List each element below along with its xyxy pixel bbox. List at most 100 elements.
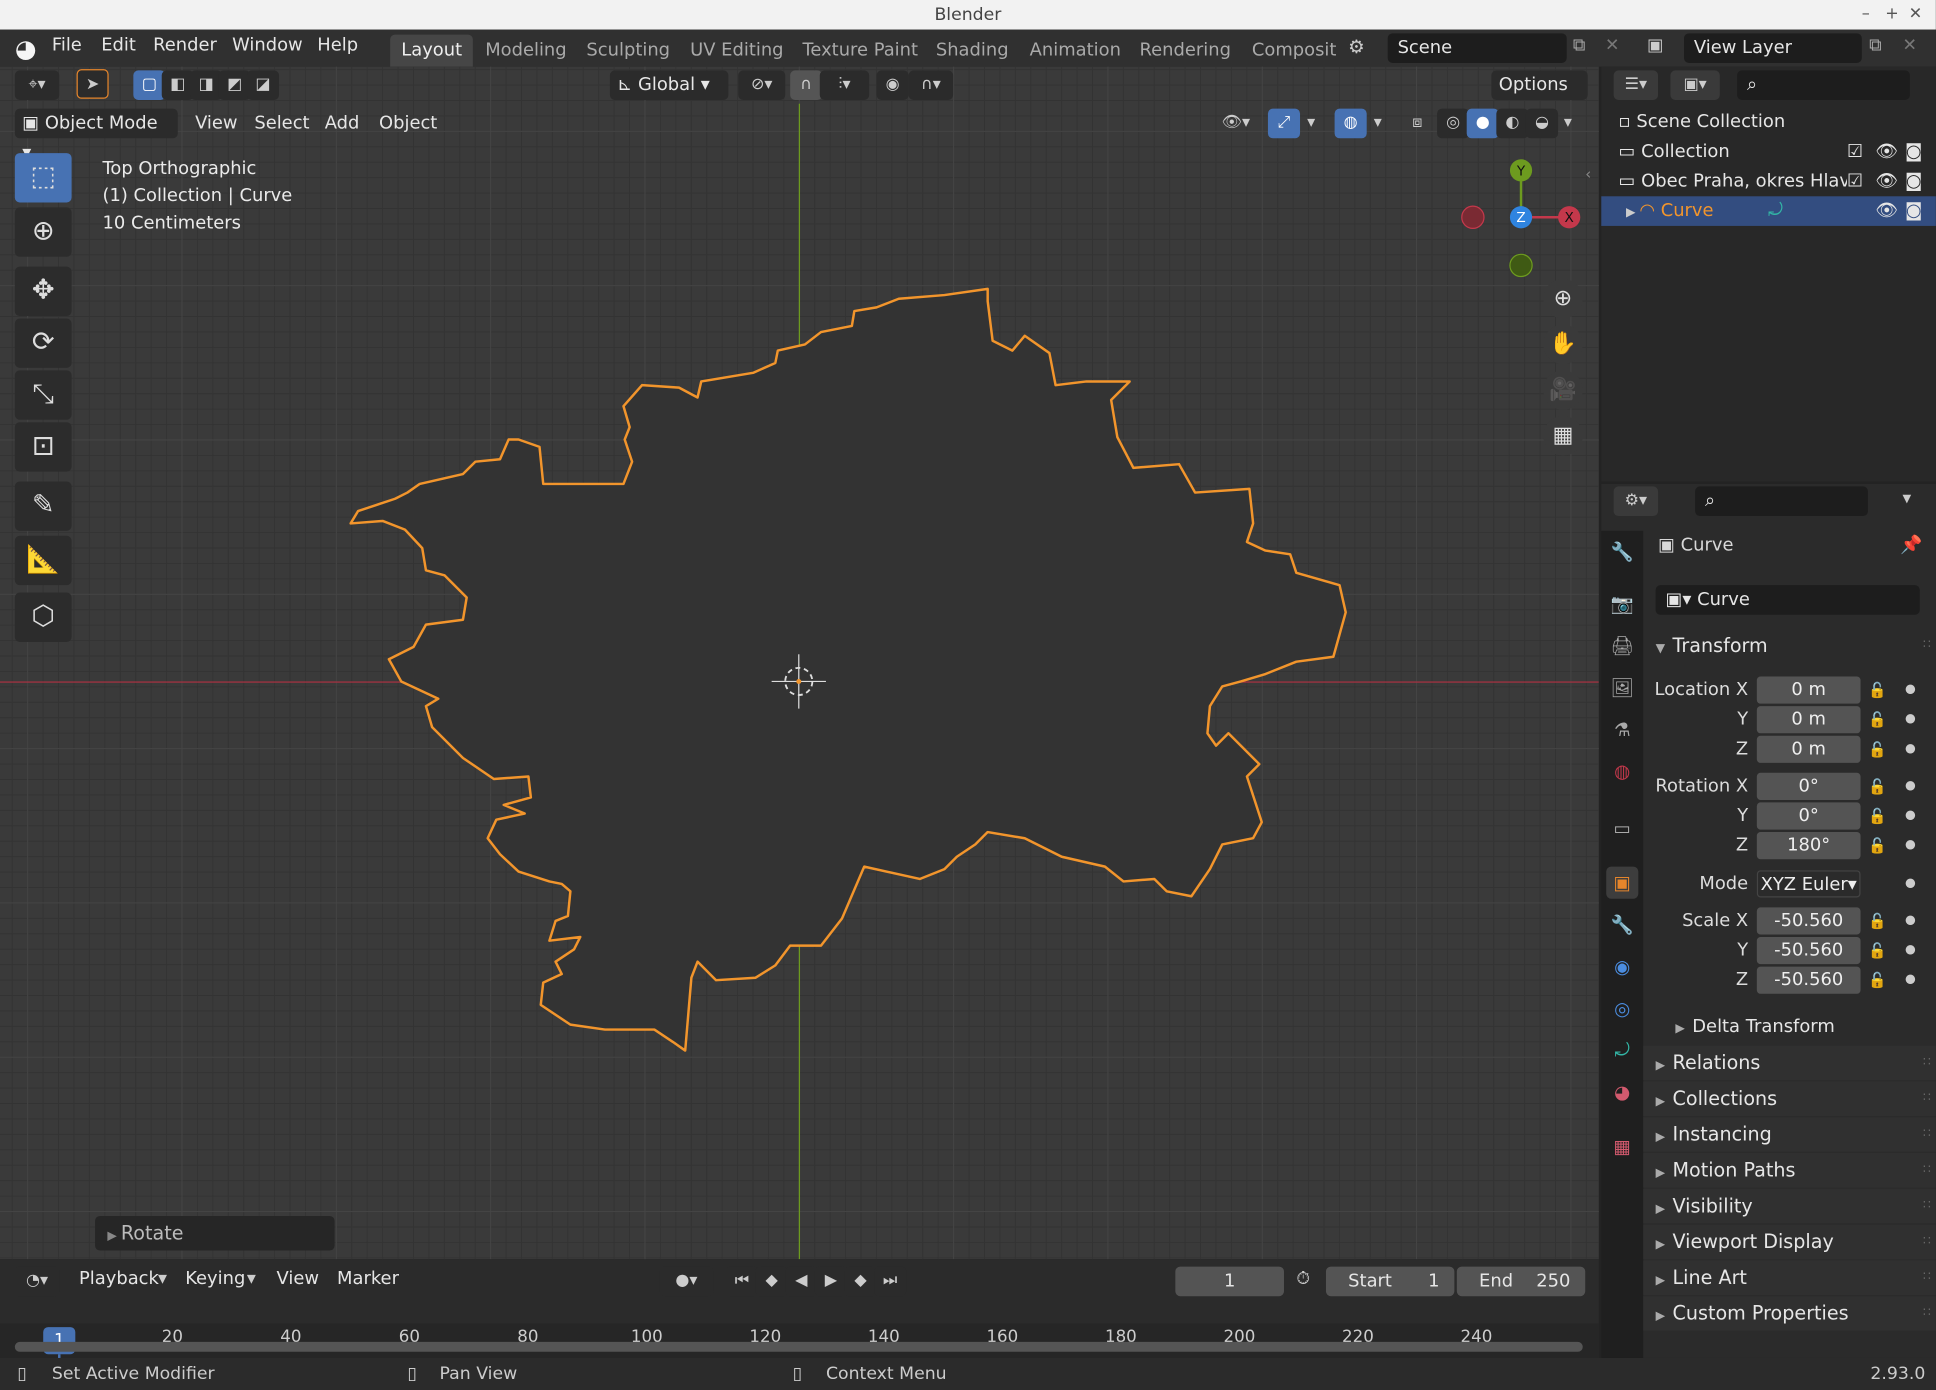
checkbox-icon[interactable]: ☑ [1846,166,1864,197]
instancing-panel[interactable]: ▶ Instancing ∷ [1643,1117,1936,1152]
expand-arrow-icon[interactable]: ▶ [1626,206,1639,220]
physics-tab-icon[interactable]: ◎ [1606,993,1638,1025]
grip-icon[interactable]: ∷ [1923,1189,1931,1224]
location-z-field[interactable]: 0 m [1756,735,1861,763]
camera-icon[interactable]: ◙ [1905,167,1922,197]
scale-tool-icon[interactable]: ⤡ [14,370,72,420]
line-art-panel[interactable]: ▶ Line Art ∷ [1643,1260,1936,1295]
maximize-button[interactable]: + [1885,0,1898,30]
keyframe-dot-icon[interactable]: ● [1905,772,1916,802]
scale-z-field[interactable]: -50.560 [1756,966,1861,994]
particles-tab-icon[interactable]: ◉ [1606,951,1638,983]
tool-tab-icon[interactable]: 🔧 [1606,536,1638,568]
blender-logo-icon[interactable]: ◕ [15,33,37,63]
scene-field[interactable]: Scene [1387,33,1567,63]
rotation-x-field[interactable]: 0° [1756,772,1861,800]
measure-tool-icon[interactable]: 📐 [14,535,72,586]
keyframe-dot-icon[interactable]: ● [1905,831,1916,861]
keyframe-dot-icon[interactable]: ● [1905,869,1916,899]
grip-icon[interactable]: ∷ [1923,1296,1931,1331]
lock-icon[interactable]: 🔓 [1868,965,1886,995]
curve-object[interactable] [0,67,1599,1260]
outliner-editor-icon[interactable]: ☰▾ [1613,70,1659,100]
world-tab-icon[interactable]: ◍ [1606,756,1638,788]
transform-panel-header[interactable]: ▼ Transform ∷ [1643,628,1936,663]
timeline-scrollbar[interactable] [14,1341,1583,1352]
grip-icon[interactable]: ∷ [1923,1153,1931,1188]
grip-icon[interactable]: ∷ [1923,1260,1931,1295]
outliner-row-scene-collection[interactable]: ▫ Scene Collection [1601,107,1936,137]
zoom-icon[interactable]: ⊕ [1543,278,1583,319]
lock-icon[interactable]: 🔓 [1868,772,1886,802]
eye-icon[interactable]: 👁 [1875,196,1898,226]
sidebar-toggle-icon[interactable]: ‹ [1585,165,1591,182]
camera-view-icon[interactable]: 🎥 [1543,370,1583,410]
tab-layout[interactable]: Layout [390,34,474,67]
menu-edit[interactable]: Edit [101,36,136,56]
delta-transform-subpanel[interactable]: ▶ Delta Transform [1643,1010,1936,1045]
viewport-display-panel[interactable]: ▶ Viewport Display ∷ [1643,1224,1936,1260]
collections-panel[interactable]: ▶ Collections ∷ [1643,1081,1936,1116]
camera-icon[interactable]: ◙ [1905,196,1922,226]
tab-uv-editing[interactable]: UV Editing [679,35,795,67]
jump-end-icon[interactable]: ⏭ [874,1266,907,1297]
lock-icon[interactable]: 🔓 [1868,735,1886,765]
motion-paths-panel[interactable]: ▶ Motion Paths ∷ [1643,1153,1936,1188]
grip-icon[interactable]: ∷ [1923,1225,1931,1260]
delete-scene-icon[interactable]: ✕ [1605,36,1619,56]
outliner-row-obec-praha[interactable]: ▭ Obec Praha, okres Hlav ☑ 👁 ◙ [1601,166,1936,197]
tab-texture-paint[interactable]: Texture Paint [791,35,929,67]
keyframe-dot-icon[interactable]: ● [1905,675,1916,705]
material-tab-icon[interactable]: ◕ [1606,1076,1638,1108]
view-layer-tab-icon[interactable]: 🖼 [1606,672,1638,704]
current-frame-field[interactable]: 1 [1175,1266,1284,1297]
relations-panel[interactable]: ▶ Relations ∷ [1643,1045,1936,1081]
last-operator-panel[interactable]: ▶ Rotate [95,1215,335,1251]
cursor-tool-icon[interactable]: ⊕ [14,207,72,257]
curve-data-icon[interactable]: ⤾ [1768,196,1783,226]
render-tab-icon[interactable]: 📷 [1606,588,1638,620]
outliner-search-input[interactable]: ⌕ [1737,70,1910,100]
output-tab-icon[interactable]: 🖨 [1606,630,1638,662]
tab-compositing[interactable]: Composit [1241,35,1348,67]
close-button[interactable]: ✕ [1909,0,1922,30]
grip-icon[interactable]: ∷ [1923,1046,1931,1081]
view-layer-field[interactable]: View Layer [1683,33,1862,63]
keyframe-dot-icon[interactable]: ● [1905,965,1916,995]
jump-start-icon[interactable]: ⏮ [725,1266,759,1297]
collection-tab-icon[interactable]: ▭ [1606,812,1638,844]
lock-icon[interactable]: 🔓 [1868,906,1886,936]
timeline[interactable]: ◔▾ Playback ▾ Keying ▾ View Marker ●▾ ⏮ … [0,1259,1599,1367]
select-box-tool-icon[interactable]: ⬚ [14,153,72,203]
data-tab-icon[interactable]: ⤾ [1606,1035,1638,1067]
stopwatch-icon[interactable]: ⏱ [1296,1269,1309,1289]
eye-icon[interactable]: 👁 [1875,167,1898,197]
scene-icon[interactable]: ⚙ [1348,36,1365,58]
navigation-gizmo[interactable]: Y X Z [1457,156,1585,284]
rotation-y-field[interactable]: 0° [1756,802,1861,830]
tab-sculpting[interactable]: Sculpting [575,35,681,67]
visibility-panel[interactable]: ▶ Visibility ∷ [1643,1188,1936,1224]
outliner-row-curve[interactable]: ▶ ◠ Curve ⤾ 👁 ◙ [1601,196,1936,226]
ortho-toggle-icon[interactable]: ▦ [1543,416,1583,456]
move-tool-icon[interactable]: ✥ [14,266,72,317]
camera-icon[interactable]: ◙ [1905,137,1922,167]
rotation-z-field[interactable]: 180° [1756,832,1861,860]
menu-window[interactable]: Window [232,36,303,56]
object-name-field[interactable]: ▣▾ Curve [1655,585,1920,615]
grip-icon[interactable]: ∷ [1923,1081,1931,1116]
lock-icon[interactable]: 🔓 [1868,675,1886,705]
rotate-tool-icon[interactable]: ⟳ [14,318,72,368]
minimize-button[interactable]: – [1862,0,1870,30]
location-y-field[interactable]: 0 m [1756,706,1861,734]
menu-file[interactable]: File [52,36,82,56]
grip-icon[interactable]: ∷ [1923,628,1931,663]
next-keyframe-icon[interactable]: ◆ [844,1266,877,1297]
add-cube-tool-icon[interactable]: ⬡ [14,592,72,642]
timeline-editor-icon[interactable]: ◔▾ [14,1266,60,1297]
transform-tool-icon[interactable]: ⊡ [14,422,72,472]
texture-tab-icon[interactable]: ▦ [1606,1131,1638,1163]
eye-icon[interactable]: 👁 [1875,137,1898,167]
view-layer-icon[interactable]: ▣ [1647,36,1663,56]
keyframe-dot-icon[interactable]: ● [1905,735,1916,765]
